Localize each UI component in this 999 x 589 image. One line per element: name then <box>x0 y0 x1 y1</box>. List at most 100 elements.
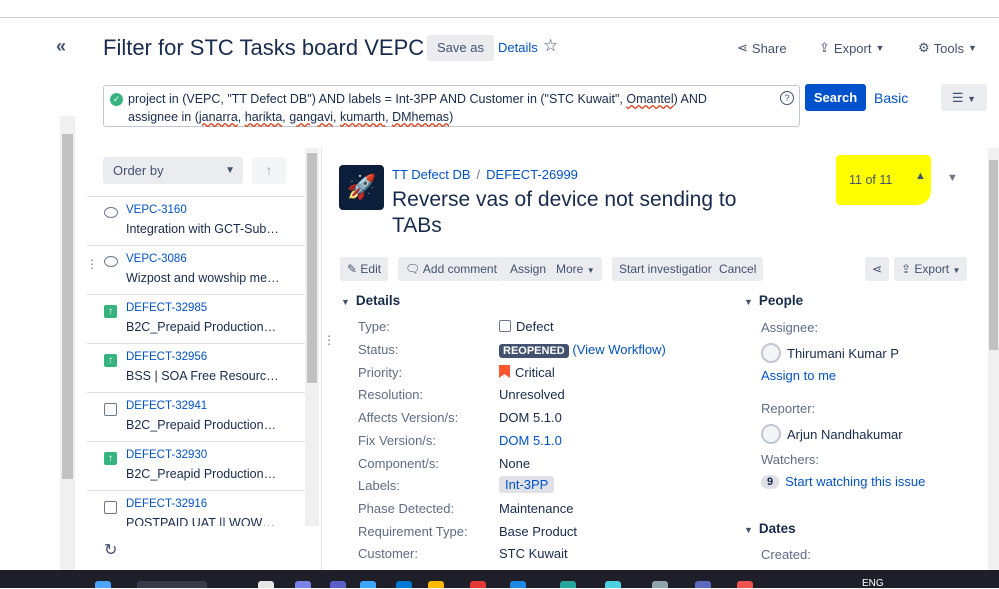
resolution-value: Unresolved <box>499 387 565 402</box>
issue-key-link[interactable]: DEFECT-26999 <box>486 167 578 182</box>
star-icon[interactable]: ☆ <box>543 36 558 56</box>
phase-label: Phase Detected: <box>358 501 455 516</box>
scroll-thumb[interactable] <box>307 153 317 383</box>
list-item[interactable]: ↑ DEFECT-32985 B2C_Prepaid Production… <box>87 295 305 344</box>
chevron-down-icon: ▼ <box>586 266 595 275</box>
taskbar-app-icon[interactable] <box>330 581 346 588</box>
search-button[interactable]: Search <box>805 84 866 111</box>
share-button[interactable]: ⋖ Share <box>737 40 787 56</box>
labels-value: Int-3PP <box>499 476 555 493</box>
issue-key[interactable]: VEPC-3160 <box>126 204 187 216</box>
issue-key[interactable]: DEFECT-32930 <box>126 449 207 461</box>
add-comment-button[interactable]: 🗨 Add comment <box>398 257 504 281</box>
scroll-thumb[interactable] <box>62 134 73 479</box>
issue-export-button[interactable]: ⇪ Export ▼ <box>894 257 968 281</box>
project-link[interactable]: TT Defect DB <box>392 167 471 182</box>
details-heading: Details <box>355 293 401 308</box>
tools-button[interactable]: ⚙ Tools ▼ <box>918 40 977 56</box>
issue-summary: BSS | SOA Free Resourc… <box>126 369 279 383</box>
counter-text: 11 of 11 <box>849 173 893 187</box>
list-item[interactable]: DEFECT-32916 POSTPAID UAT || WOW… <box>87 491 305 526</box>
reporter-name: Arjun Nandhakumar <box>787 426 903 442</box>
list-item[interactable]: VEPC-3086 Wizpost and wowship me… <box>87 246 305 295</box>
list-item[interactable]: ↑ DEFECT-32930 B2C_Preapid Production… <box>87 442 305 491</box>
page-scrollbar[interactable] <box>60 116 75 570</box>
taskbar-app-icon[interactable] <box>360 581 376 588</box>
start-watching-link[interactable]: Start watching this issue <box>785 474 925 489</box>
taskbar-app-icon[interactable] <box>470 581 486 588</box>
taskbar-search-box[interactable] <box>137 581 207 588</box>
save-as-button[interactable]: Save as <box>427 35 494 61</box>
list-item[interactable]: DEFECT-32941 B2C_Prepaid Production… <box>87 393 305 442</box>
taskbar-app-icon[interactable] <box>510 581 526 588</box>
more-button[interactable]: More ▼ <box>549 257 602 281</box>
affects-version-label: Affects Version/s: <box>358 410 459 425</box>
resize-handle-icon[interactable]: ⋮ <box>86 257 98 271</box>
taskbar-app-icon[interactable] <box>737 581 753 588</box>
label-tag[interactable]: Int-3PP <box>499 476 555 493</box>
chevron-down-icon[interactable]: ▼ <box>947 172 958 184</box>
people-section-toggle[interactable]: ▼ People <box>744 293 803 308</box>
detail-scrollbar[interactable] <box>988 148 999 578</box>
export-label: Export <box>833 40 872 56</box>
chevron-up-icon[interactable]: ▲ <box>915 170 926 182</box>
taskbar-app-icon[interactable] <box>258 581 274 588</box>
share-icon-button[interactable]: ⋖ <box>865 257 890 281</box>
scroll-thumb[interactable] <box>989 160 998 350</box>
assign-to-me-link[interactable]: Assign to me <box>761 368 836 383</box>
refresh-icon[interactable]: ↻ <box>104 540 117 560</box>
breadcrumb-separator: / <box>476 167 481 182</box>
start-icon[interactable] <box>95 581 111 588</box>
issue-key[interactable]: DEFECT-32985 <box>126 302 207 314</box>
collapse-sidebar-icon[interactable]: « <box>56 36 66 57</box>
issue-list: VEPC-3160 Integration with GCT-Sub… VEPC… <box>87 196 305 526</box>
export-button[interactable]: ⇪ Export ▼ <box>819 40 884 56</box>
comment-icon: 🗨 <box>405 262 421 276</box>
jql-text: DMhemas <box>392 110 450 124</box>
export-icon: ⇪ <box>819 40 830 55</box>
resize-handle-icon[interactable]: ⋮ <box>323 333 335 347</box>
dates-section-toggle[interactable]: ▼ Dates <box>744 521 796 536</box>
basic-mode-link[interactable]: Basic <box>874 90 908 106</box>
status-value: REOPENED (View Workflow) <box>499 342 666 358</box>
language-indicator[interactable]: ENG <box>862 578 884 589</box>
pane-divider <box>321 148 322 578</box>
list-scrollbar[interactable] <box>305 148 319 526</box>
taskbar-app-icon[interactable] <box>396 581 412 588</box>
jql-query-input[interactable]: ✓ project in (VEPC, "TT Defect DB") AND … <box>103 85 800 127</box>
issue-key[interactable]: DEFECT-32941 <box>126 400 207 412</box>
details-section-toggle[interactable]: ▼ Details <box>341 293 400 308</box>
people-heading: People <box>758 293 804 308</box>
assign-button[interactable]: Assign <box>503 257 554 281</box>
taskbar-app-icon[interactable] <box>695 581 711 588</box>
resolution-label: Resolution: <box>358 387 424 402</box>
list-item[interactable]: ↑ DEFECT-32956 BSS | SOA Free Resourc… <box>87 344 305 393</box>
taskbar-app-icon[interactable] <box>652 581 668 588</box>
taskbar-app-icon[interactable] <box>295 581 311 588</box>
issue-key[interactable]: DEFECT-32916 <box>126 498 207 510</box>
list-item[interactable]: VEPC-3160 Integration with GCT-Sub… <box>87 197 305 246</box>
chevron-down-icon: ▼ <box>875 43 885 53</box>
jql-text: assignee in ( <box>128 110 199 124</box>
layout-switcher-button[interactable]: ☰ ▼ <box>941 84 987 111</box>
jql-text: harikta <box>244 110 283 124</box>
taskbar-app-icon[interactable] <box>605 581 621 588</box>
edit-button[interactable]: ✎ Edit <box>340 257 389 281</box>
assignee-label: Assignee: <box>761 320 819 335</box>
start-investigation-button[interactable]: Start investigation <box>612 257 722 281</box>
cancel-button[interactable]: Cancel <box>712 257 764 281</box>
order-by-dropdown[interactable]: Order by ▼ <box>103 157 243 184</box>
view-workflow-link[interactable]: (View Workflow) <box>572 342 665 357</box>
taskbar-app-icon[interactable] <box>560 581 576 588</box>
jql-text: ) <box>449 110 454 124</box>
details-link[interactable]: Details <box>498 40 538 55</box>
jql-line-1: project in (VEPC, "TT Defect DB") AND la… <box>128 90 769 108</box>
add-comment-label: Add comment <box>422 262 497 276</box>
issue-key[interactable]: DEFECT-32956 <box>126 351 207 363</box>
issue-key[interactable]: VEPC-3086 <box>126 253 187 265</box>
fix-version-link[interactable]: DOM 5.1.0 <box>499 433 562 448</box>
sort-direction-button[interactable]: ↑ <box>252 157 286 184</box>
story-icon: ↑ <box>104 354 117 367</box>
help-icon[interactable]: ? <box>780 91 794 105</box>
folder-icon[interactable] <box>428 581 444 588</box>
